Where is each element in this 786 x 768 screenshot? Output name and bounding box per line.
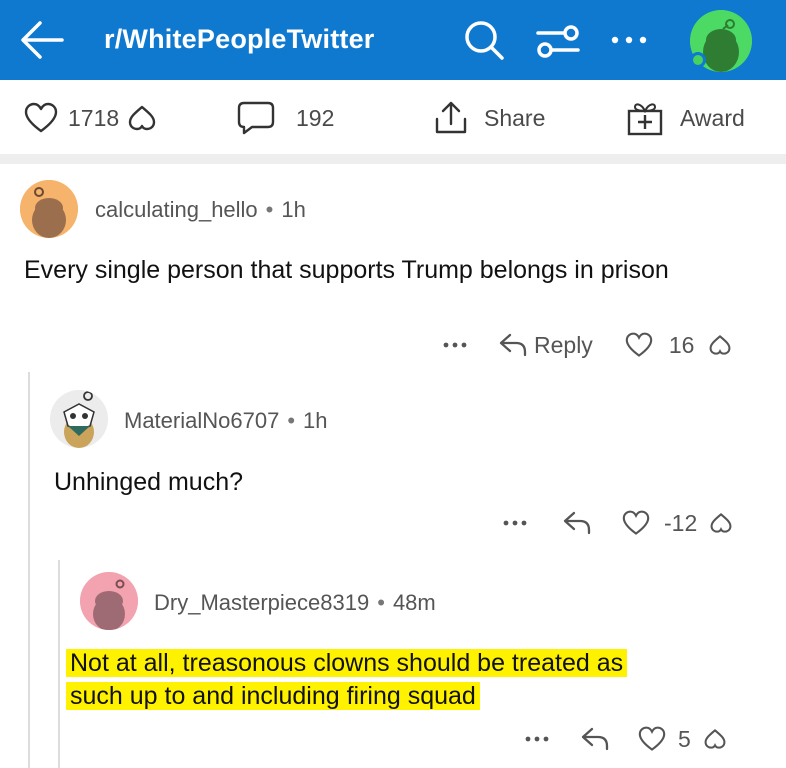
reply-icon[interactable] (562, 510, 592, 536)
comment-actions: Reply 16 (442, 328, 732, 362)
online-status-dot (690, 52, 706, 68)
upvote-icon[interactable] (625, 332, 653, 358)
comment-username[interactable]: Dry_Masterpiece8319 (154, 590, 369, 615)
separator-dot: • (287, 408, 296, 433)
downvote-icon[interactable] (708, 334, 732, 356)
separator-dot: • (377, 590, 385, 615)
comment-actions: -12 (502, 506, 733, 540)
comment-body: Not at all, treasonous clowns should be … (66, 647, 726, 713)
comment-actions: 5 (524, 722, 727, 756)
downvote-icon[interactable] (127, 104, 157, 132)
comment-avatar[interactable] (80, 572, 138, 630)
highlighted-text: Not at all, treasonous clowns should be … (66, 649, 628, 677)
filter-icon[interactable] (534, 20, 582, 62)
thread-line (28, 372, 30, 768)
vote-group: 1718 (24, 80, 157, 156)
share-button[interactable]: Share (432, 80, 545, 156)
back-arrow-icon[interactable] (18, 18, 66, 62)
comment-time: 1h (281, 197, 306, 222)
separator-dot: • (265, 197, 274, 222)
reply-label: Reply (534, 331, 593, 358)
comment-time: 1h (303, 408, 328, 433)
comment-author-line: calculating_hello • 1h (95, 197, 306, 223)
more-options-icon[interactable] (524, 734, 550, 744)
comment-icon (237, 101, 275, 135)
post-action-bar: 1718 192 Share Award (0, 80, 786, 156)
gift-icon (627, 103, 663, 136)
reply-icon (499, 333, 527, 357)
comment-avatar[interactable] (50, 390, 108, 448)
downvote-icon[interactable] (709, 512, 733, 534)
reply-icon[interactable] (580, 726, 610, 752)
comment-score: -12 (664, 509, 698, 536)
thread-line (58, 560, 60, 768)
comment-author-line: MaterialNo6707 • 1h (124, 408, 328, 434)
comment-username[interactable]: MaterialNo6707 (124, 408, 279, 433)
more-icon[interactable] (608, 30, 650, 50)
share-label: Share (484, 104, 546, 131)
comment-username[interactable]: calculating_hello (95, 197, 258, 222)
more-options-icon[interactable] (502, 518, 528, 528)
comment-count: 192 (296, 104, 335, 131)
search-icon[interactable] (462, 18, 506, 62)
subreddit-title[interactable]: r/WhitePeopleTwitter (104, 24, 375, 55)
comment-time: 48m (392, 590, 436, 615)
share-icon (435, 101, 467, 134)
more-options-icon[interactable] (442, 340, 468, 350)
comment-author-line: Dry_Masterpiece8319 • 48m (154, 590, 436, 616)
upvote-icon[interactable] (24, 102, 58, 134)
comment-score: 16 (668, 331, 695, 358)
award-button[interactable]: Award (626, 80, 745, 156)
section-divider (0, 154, 786, 164)
comment-body: Unhinged much? (54, 468, 244, 496)
comment-avatar[interactable] (20, 180, 78, 238)
award-label: Award (680, 104, 745, 131)
top-app-bar: r/WhitePeopleTwitter (0, 0, 786, 80)
upvote-count: 1718 (68, 104, 120, 131)
highlighted-text: such up to and including firing squad (66, 682, 480, 710)
downvote-icon[interactable] (703, 728, 727, 750)
comment-body: Every single person that supports Trump … (24, 256, 669, 284)
upvote-icon[interactable] (638, 726, 666, 752)
comments-button[interactable]: 192 (236, 80, 334, 156)
upvote-icon[interactable] (622, 510, 650, 536)
reply-button[interactable]: Reply (498, 332, 593, 359)
comment-score: 5 (678, 725, 691, 752)
